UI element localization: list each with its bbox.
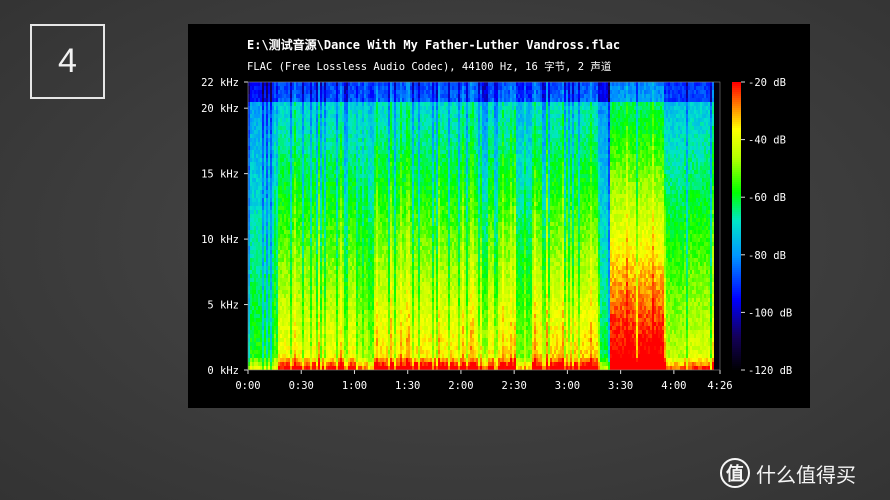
x-tick-label: 3:30	[608, 380, 633, 392]
x-tick-label: 1:30	[395, 380, 420, 392]
y-tick-label: 10 kHz	[201, 234, 239, 246]
spectrogram-chart: 0:00 0:30 1:00 1:30 2:00 2:30 3:00 3:30 4:00 4:26…	[201, 77, 792, 392]
x-tick-label: 4:00	[661, 380, 686, 392]
y-tick-label: 15 kHz	[201, 169, 239, 181]
y-tick-label: 5 kHz	[207, 300, 239, 312]
y-tick-label: 22 kHz	[201, 77, 239, 89]
x-tick-label: 3:00	[555, 380, 580, 392]
x-tick-label: 0:30	[289, 380, 314, 392]
spectrogram-panel: E:\测试音源\Dance With My Father-Luther Vand…	[188, 24, 810, 408]
brand-logo-icon: 值	[720, 458, 750, 488]
x-tick-label: 1:00	[342, 380, 367, 392]
spectrogram-image	[248, 82, 720, 370]
colorbar-tick-label: -100 dB	[748, 307, 792, 319]
colorbar	[732, 82, 741, 370]
colorbar-tick-label: -60 dB	[748, 192, 786, 204]
x-tick-label: 4:26	[707, 380, 732, 392]
x-tick-label: 2:30	[502, 380, 527, 392]
colorbar-tick-label: -120 dB	[748, 365, 792, 377]
colorbar-tick-label: -40 dB	[748, 135, 786, 147]
y-tick-label: 0 kHz	[207, 365, 239, 377]
colorbar-tick-label: -80 dB	[748, 250, 786, 262]
watermark: 值 什么值得买	[720, 456, 856, 490]
slide-number: 4	[30, 24, 105, 99]
colorbar-tick-label: -20 dB	[748, 77, 786, 89]
y-tick-label: 20 kHz	[201, 103, 239, 115]
x-tick-label: 2:00	[448, 380, 473, 392]
brand-name: 什么值得买	[756, 462, 856, 487]
x-tick-label: 0:00	[235, 380, 260, 392]
